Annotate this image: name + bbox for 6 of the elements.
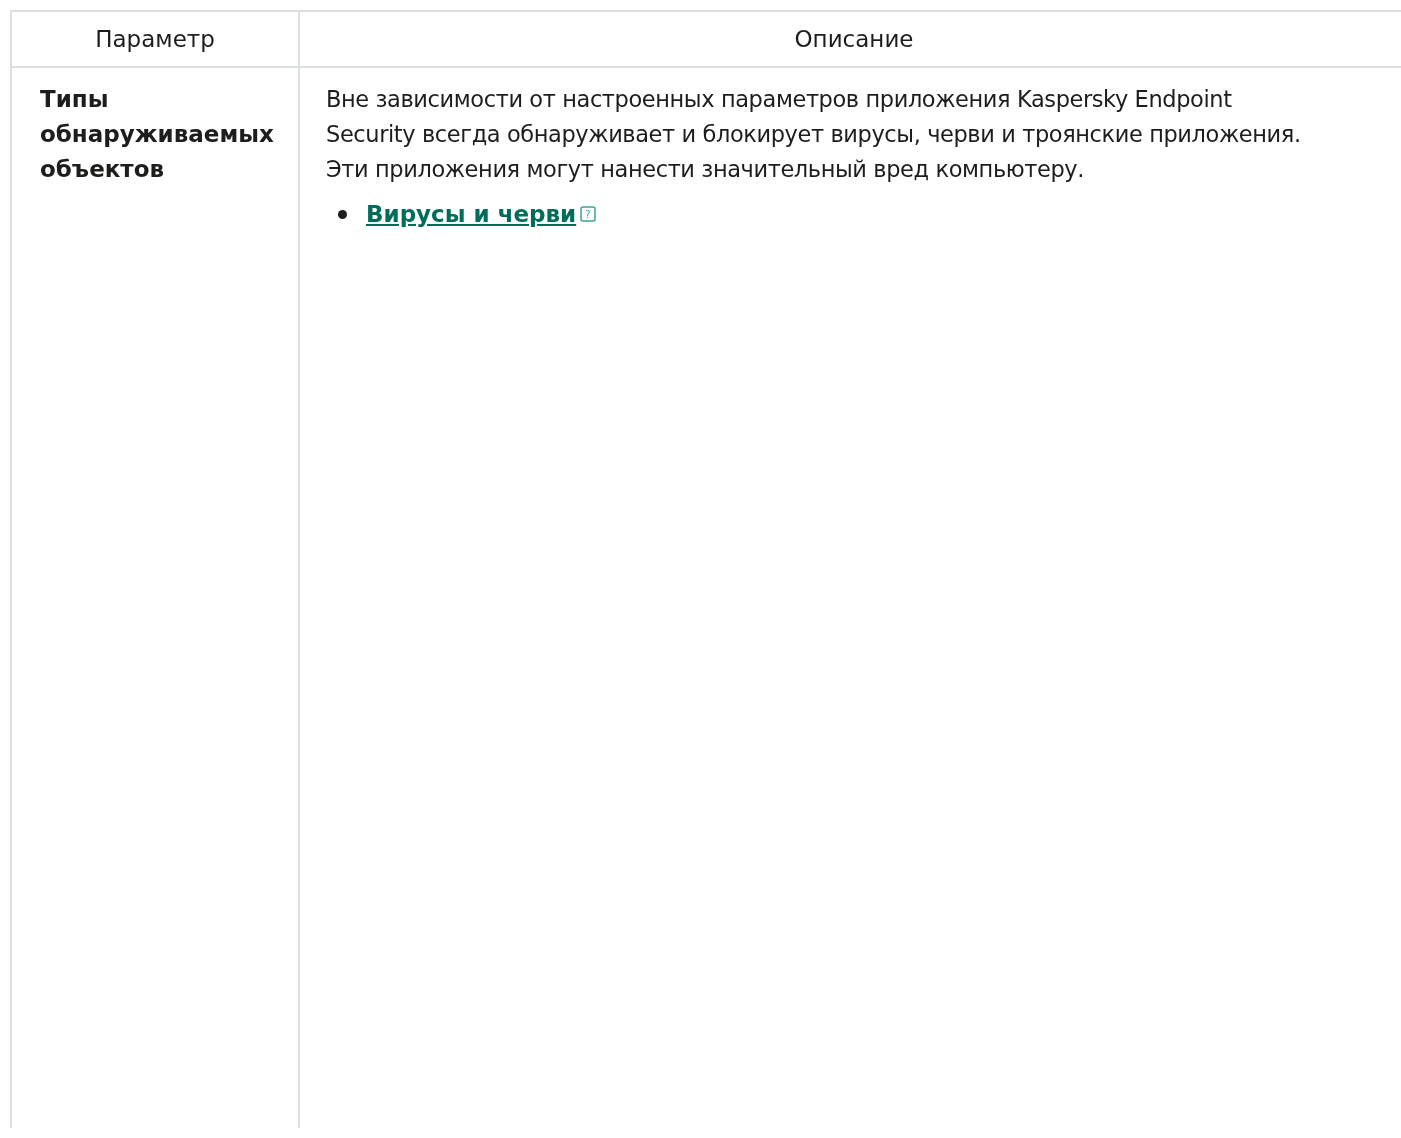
help-icon: ? bbox=[580, 206, 597, 222]
help-link[interactable]: Вирусы и черви bbox=[366, 201, 577, 227]
parameter-name: Типы обнаруживаемых объектов bbox=[40, 85, 275, 184]
column-header: Параметр bbox=[11, 11, 299, 67]
bullet-icon bbox=[338, 209, 347, 219]
description-text: Вне зависимости от настроенных параметров приложения Kaspersky Endpoint Security всегда обнаруживает и блокирует вирусы, черви и троянские приложения. Эти приложения могут нанести значительный вред компьютеру. bbox=[326, 85, 1302, 184]
